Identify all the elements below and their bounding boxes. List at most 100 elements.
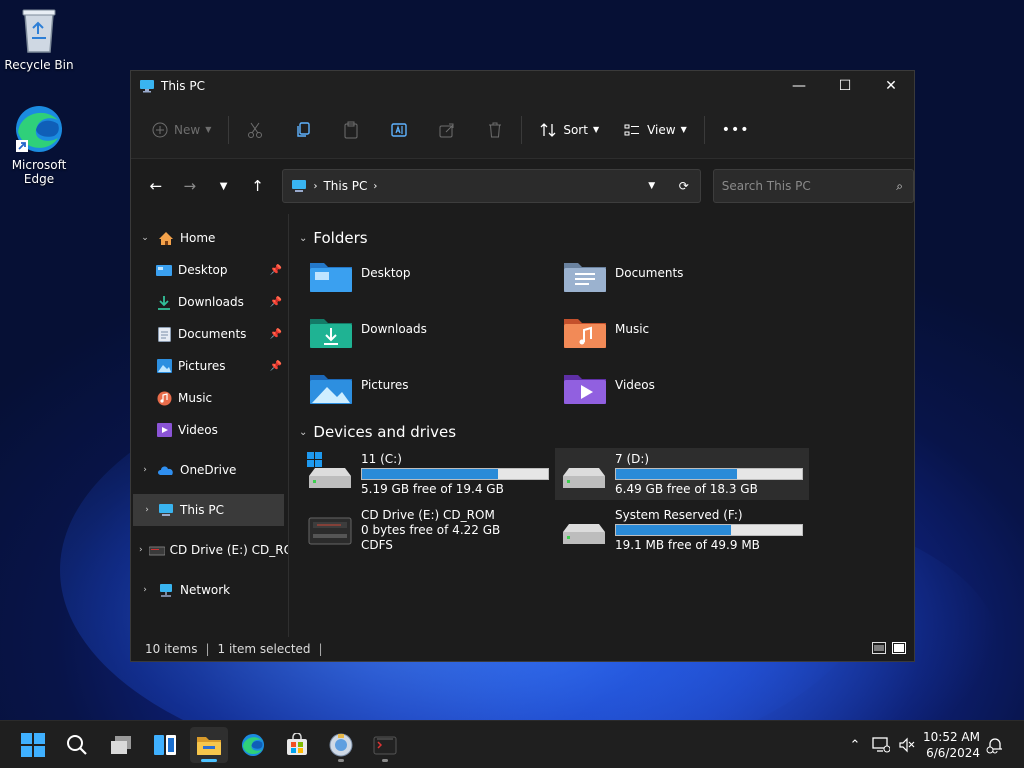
refresh-button[interactable]: ⟳: [668, 179, 700, 193]
sort-button[interactable]: Sort ▼: [530, 114, 608, 146]
back-button[interactable]: ←: [139, 171, 173, 201]
sidebar-item-documents[interactable]: Documents 📌: [131, 318, 288, 350]
chevron-up-icon[interactable]: ⌃: [842, 738, 868, 753]
task-view-button[interactable]: [102, 727, 140, 763]
music-icon: [155, 390, 173, 406]
folders-group-header[interactable]: ⌄ Folders: [297, 224, 914, 252]
pin-icon: 📌: [269, 264, 282, 276]
app-taskbar-button[interactable]: [322, 727, 360, 763]
hard-drive-icon: [563, 524, 605, 544]
sidebar-item-home[interactable]: ⌄ Home: [131, 222, 288, 254]
address-bar[interactable]: › This PC › ▼ ⟳: [282, 169, 701, 203]
cd-drive-icon: [148, 542, 165, 558]
sidebar-item-desktop[interactable]: Desktop 📌: [131, 254, 288, 286]
picture-icon: [155, 358, 173, 374]
notifications-button[interactable]: [986, 721, 1004, 768]
clock[interactable]: 10:52 AM 6/6/2024: [923, 729, 980, 761]
clock-date: 6/6/2024: [926, 746, 980, 760]
folder-desktop[interactable]: Desktop: [309, 258, 563, 306]
volume-muted-icon[interactable]: [894, 737, 920, 753]
delete-button[interactable]: [477, 114, 513, 146]
desktop-icon-recycle-bin[interactable]: Recycle Bin: [1, 8, 77, 72]
forward-button[interactable]: →: [173, 171, 207, 201]
cut-button[interactable]: [237, 114, 273, 146]
title-bar[interactable]: This PC — ☐ ✕: [131, 71, 914, 101]
item-count: 10 items: [145, 642, 198, 656]
widgets-button[interactable]: [146, 727, 184, 763]
search-input[interactable]: Search This PC ⌕: [712, 169, 914, 203]
sidebar-item-this-pc[interactable]: › This PC: [133, 494, 284, 526]
recent-locations-button[interactable]: ▼: [207, 171, 241, 201]
pictures-folder-icon: [310, 375, 352, 404]
network-status-icon[interactable]: [868, 737, 894, 753]
sidebar-item-onedrive[interactable]: › OneDrive: [131, 454, 288, 486]
terminal-taskbar-button[interactable]: [366, 727, 404, 763]
folder-downloads[interactable]: Downloads: [309, 314, 563, 362]
music-folder-icon: [564, 319, 606, 348]
app-icon: [329, 733, 353, 757]
desktop-icon-edge[interactable]: Microsoft Edge: [1, 104, 77, 186]
edge-taskbar-button[interactable]: [234, 727, 272, 763]
share-icon: [439, 123, 454, 137]
folder-name: Videos: [615, 378, 655, 392]
store-taskbar-button[interactable]: [278, 727, 316, 763]
notification-bell-icon: [986, 738, 1002, 754]
desktop-icon-label: Microsoft Edge: [11, 158, 67, 186]
drive-e[interactable]: CD Drive (E:) CD_ROM 0 bytes free of 4.2…: [301, 504, 555, 556]
sidebar-item-cd-drive[interactable]: › CD Drive (E:) CD_ROM: [131, 534, 288, 566]
desktop-folder-icon: [310, 263, 352, 292]
sidebar-item-music[interactable]: Music: [131, 382, 288, 414]
videos-folder-icon: [564, 375, 606, 404]
search-placeholder: Search This PC: [721, 179, 811, 193]
monitor-icon: [157, 502, 175, 518]
folder-videos[interactable]: Videos: [563, 370, 817, 418]
system-tray: ⌃: [842, 721, 920, 768]
view-button[interactable]: View ▼: [614, 114, 696, 146]
details-view-icon[interactable]: [872, 641, 886, 657]
minimize-button[interactable]: —: [776, 71, 822, 101]
drive-usage-fill: [616, 469, 737, 479]
folder-pictures[interactable]: Pictures: [309, 370, 563, 418]
folder-music[interactable]: Music: [563, 314, 817, 362]
breadcrumb-this-pc[interactable]: This PC: [323, 179, 367, 193]
windows-logo-icon: [21, 733, 45, 757]
share-button[interactable]: [429, 114, 465, 146]
download-arrow-icon: [155, 294, 173, 310]
downloads-folder-icon: [310, 319, 352, 348]
file-explorer-taskbar-button[interactable]: [190, 727, 228, 763]
drive-c[interactable]: 11 (C:) 5.19 GB free of 19.4 GB: [301, 448, 555, 500]
drives-group-header[interactable]: ⌄ Devices and drives: [297, 418, 914, 446]
search-button[interactable]: [58, 727, 96, 763]
pin-icon: 📌: [269, 328, 282, 340]
copy-button[interactable]: [285, 114, 321, 146]
sidebar-item-label: Music: [178, 391, 213, 405]
address-history-button[interactable]: ▼: [636, 181, 668, 191]
drive-free-space: 0 bytes free of 4.22 GB: [361, 523, 501, 537]
sidebar-item-pictures[interactable]: Pictures 📌: [131, 350, 288, 382]
sidebar-item-label: Network: [180, 583, 231, 597]
terminal-icon: [373, 736, 397, 755]
maximize-button[interactable]: ☐: [822, 71, 868, 101]
up-button[interactable]: ↑: [241, 171, 275, 201]
chevron-right-icon: ›: [139, 545, 143, 555]
sidebar-item-network[interactable]: › Network: [131, 574, 288, 606]
drive-f[interactable]: System Reserved (F:) 19.1 MB free of 49.…: [555, 504, 809, 556]
paste-button[interactable]: [333, 114, 369, 146]
rename-button[interactable]: [381, 114, 417, 146]
folder-documents[interactable]: Documents: [563, 258, 817, 306]
copy-icon: [297, 121, 311, 137]
sidebar-item-downloads[interactable]: Downloads 📌: [131, 286, 288, 318]
drive-d[interactable]: 7 (D:) 6.49 GB free of 18.3 GB: [555, 448, 809, 500]
search-icon: [67, 735, 87, 755]
sort-label: Sort: [563, 122, 588, 137]
window-title: This PC: [161, 79, 205, 93]
toolbar-divider: [521, 115, 523, 144]
large-icons-view-icon[interactable]: [892, 641, 906, 657]
start-button[interactable]: [14, 727, 52, 763]
close-button[interactable]: ✕: [868, 71, 914, 101]
cloud-icon: [157, 462, 175, 478]
new-button[interactable]: New ▼: [143, 114, 220, 146]
folder-name: Pictures: [361, 378, 409, 392]
see-more-button[interactable]: •••: [713, 114, 759, 146]
sidebar-item-videos[interactable]: Videos: [131, 414, 288, 446]
